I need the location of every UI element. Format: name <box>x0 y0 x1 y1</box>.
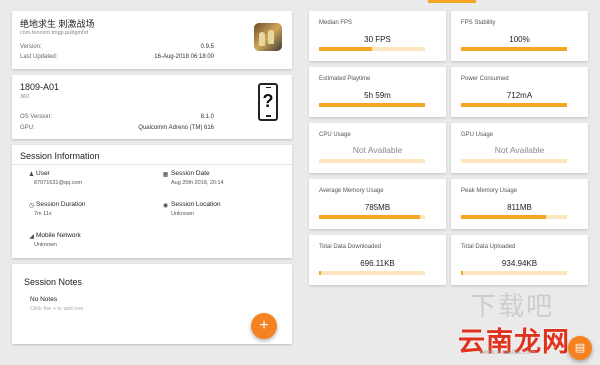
stat-label: Estimated Playtime <box>319 76 371 82</box>
device-brand: 360 <box>20 94 30 100</box>
stat-label: Total Data Downloaded <box>319 244 382 250</box>
stat-progress-track <box>319 159 425 163</box>
session-date-label: Session Date <box>171 170 210 177</box>
session-location-label: Session Location <box>171 201 221 208</box>
watermark-url: www.xiazaiba.com <box>480 349 536 356</box>
notes-hint: Click the + to add one. <box>30 306 85 312</box>
stat-card-data-uploaded: Total Data Uploaded 934.94KB <box>451 235 588 285</box>
stat-progress-fill <box>319 215 420 219</box>
stat-progress-track <box>319 271 425 275</box>
top-tab-indicator <box>428 0 476 3</box>
add-note-button[interactable]: + <box>251 313 277 339</box>
stat-progress-fill <box>461 47 567 51</box>
menu-fab-button[interactable]: ▤ <box>568 336 592 360</box>
stat-card-estimated-playtime: Estimated Playtime 5h 59m <box>309 67 446 117</box>
stat-card-power-consumed: Power Consumed 712mA <box>451 67 588 117</box>
last-updated-label: Last Updated: <box>20 54 58 60</box>
stat-progress-fill <box>319 47 372 51</box>
stat-label: FPS Stability <box>461 20 496 26</box>
session-duration-label: Session Duration <box>36 201 86 208</box>
location-icon: ◉ <box>162 203 169 209</box>
stat-progress-fill <box>319 271 322 275</box>
version-label: Version: <box>20 44 42 50</box>
stat-value: Not Available <box>494 145 545 155</box>
session-notes-card: Session Notes No Notes Click the + to ad… <box>12 264 292 344</box>
stat-value: 811MB <box>507 203 532 212</box>
last-updated-value: 16-Aug-2018 06:18:00 <box>154 54 214 60</box>
user-value: 87071631@qq.com <box>34 180 83 186</box>
stat-label: Peak Memory Usage <box>461 188 518 194</box>
stat-value: 30 FPS <box>364 35 391 44</box>
stat-progress-track <box>461 47 567 51</box>
signal-icon: ◢ <box>29 234 34 240</box>
stat-label: Average Memory Usage <box>319 188 384 194</box>
session-information-card: Session Information ♟ User 87071631@qq.c… <box>12 145 292 258</box>
session-date-value: Aug 20th 2018, 20:14 <box>171 180 224 186</box>
game-app-icon <box>254 23 282 51</box>
mobile-network-label: Mobile Network <box>36 232 81 239</box>
stat-progress-track <box>319 103 425 107</box>
stat-value: 5h 59m <box>364 91 391 100</box>
stat-progress-fill <box>461 103 567 107</box>
stat-progress-track <box>461 271 567 275</box>
stat-card-peak-memory: Peak Memory Usage 811MB <box>451 179 588 229</box>
stat-progress-track <box>461 103 567 107</box>
session-duration-value: 7m 11s <box>34 211 52 217</box>
stat-value: 785MB <box>364 203 391 212</box>
device-name: 1809-A01 <box>20 82 60 92</box>
stat-value: 100% <box>509 35 530 44</box>
stat-value: 934.94KB <box>501 259 538 268</box>
stat-progress-track <box>319 215 425 219</box>
watermark-top-text: 下载吧 <box>470 292 555 322</box>
os-version-label: OS Version: <box>20 114 53 120</box>
gpu-value: Qualcomm Adreno (TM) 616 <box>138 125 214 131</box>
divider <box>12 164 292 165</box>
stat-progress-fill <box>319 103 425 107</box>
stat-card-gpu-usage: GPU Usage Not Available <box>451 123 588 173</box>
stat-label: Total Data Uploaded <box>461 244 516 250</box>
stat-progress-track <box>319 47 425 51</box>
stat-card-data-downloaded: Total Data Downloaded 696.11KB <box>309 235 446 285</box>
stat-card-fps-stability: FPS Stability 100% <box>451 11 588 61</box>
session-title: Session Information <box>20 151 100 161</box>
stat-value: 696.11KB <box>360 259 395 268</box>
session-location-value: Unknown <box>171 211 194 217</box>
stat-progress-track <box>461 159 567 163</box>
unknown-phone-icon: ? <box>258 83 278 121</box>
stat-label: CPU Usage <box>319 132 351 138</box>
stat-card-cpu-usage: CPU Usage Not Available <box>309 123 446 173</box>
stat-value: Not Available <box>352 145 403 155</box>
app-name: 绝地求生 刺激战场 <box>20 19 95 29</box>
app-info-card: 绝地求生 刺激战场 com.tencent.tmgp.pubgmhd Versi… <box>12 11 292 69</box>
stat-progress-track <box>461 215 567 219</box>
app-package: com.tencent.tmgp.pubgmhd <box>20 30 89 36</box>
clock-icon: ◷ <box>28 203 35 209</box>
stat-label: Median FPS <box>319 20 353 26</box>
version-value: 0.9.5 <box>200 44 214 50</box>
notes-empty-text: No Notes <box>30 296 58 303</box>
stat-progress-fill <box>461 215 546 219</box>
stat-card-median-fps: Median FPS 30 FPS <box>309 11 446 61</box>
notes-title: Session Notes <box>24 277 83 287</box>
stat-card-average-memory: Average Memory Usage 785MB <box>309 179 446 229</box>
device-info-card: 1809-A01 360 OS Version: 8.1.0 GPU: Qual… <box>12 75 292 139</box>
person-icon: ♟ <box>28 172 35 178</box>
stat-label: Power Consumed <box>461 76 509 82</box>
user-label: User <box>36 170 50 177</box>
stat-progress-fill <box>461 271 464 275</box>
stat-value: 712mA <box>506 91 533 100</box>
os-version-value: 8.1.0 <box>200 114 214 120</box>
mobile-network-value: Unknown <box>34 242 57 248</box>
calendar-icon: ▦ <box>162 172 169 178</box>
gpu-label: GPU: <box>20 125 35 131</box>
stat-label: GPU Usage <box>461 132 494 138</box>
